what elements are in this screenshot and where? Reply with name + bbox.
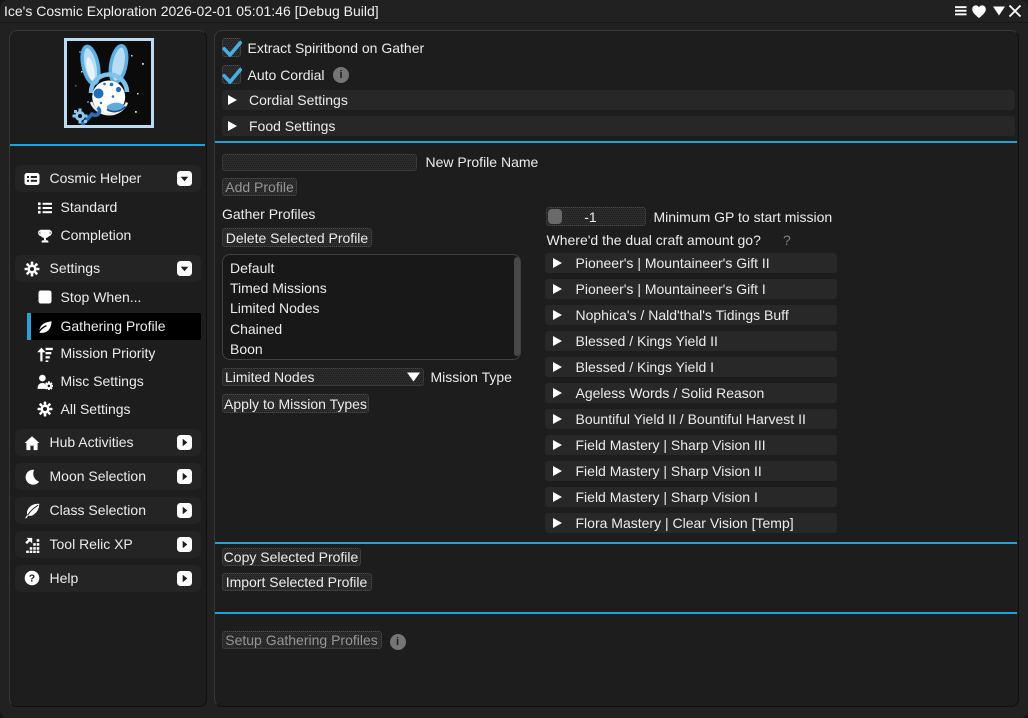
svg-text:?: ?: [29, 573, 35, 585]
